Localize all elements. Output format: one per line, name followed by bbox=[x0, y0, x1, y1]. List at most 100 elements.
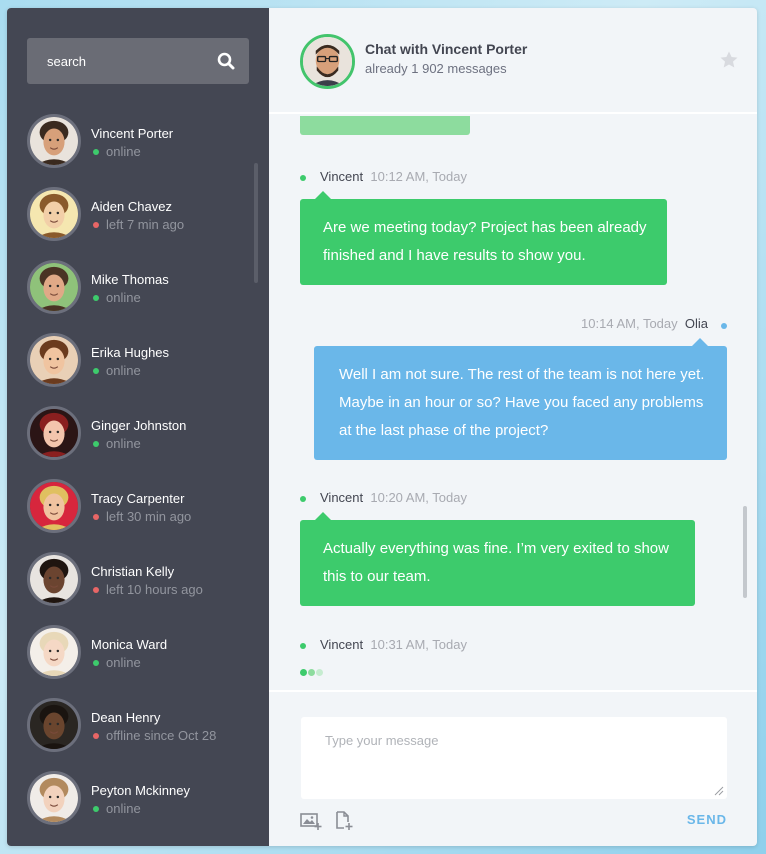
contact-status: online bbox=[91, 801, 141, 816]
avatar-image bbox=[30, 701, 78, 749]
contact-status: online bbox=[91, 436, 141, 451]
contact-name: Vincent Porter bbox=[91, 126, 174, 141]
chat-app: Vincent Porter online Aiden Chavez left 7 m… bbox=[7, 8, 757, 846]
search-input[interactable] bbox=[27, 38, 207, 84]
typing-dot bbox=[300, 669, 307, 676]
message-input[interactable] bbox=[301, 717, 727, 799]
contact-item[interactable]: Aiden Chavez left 7 min ago bbox=[27, 187, 247, 243]
online-dot bbox=[93, 660, 99, 667]
resize-handle-icon[interactable] bbox=[714, 786, 724, 796]
avatar bbox=[27, 479, 81, 533]
search-box[interactable] bbox=[27, 38, 249, 84]
message-author: Vincent bbox=[320, 637, 364, 652]
message-meta: 10:14 AM, Today Olia bbox=[581, 316, 708, 331]
contact-status-text: online bbox=[106, 801, 141, 816]
contact-status-text: online bbox=[106, 290, 141, 305]
contact-name: Aiden Chavez bbox=[91, 199, 172, 214]
avatar-image bbox=[30, 628, 78, 676]
send-button[interactable]: SEND bbox=[687, 812, 727, 827]
contact-status-text: online bbox=[106, 436, 141, 451]
contact-status: online bbox=[91, 144, 141, 159]
avatar-image bbox=[30, 263, 78, 311]
avatar bbox=[27, 333, 81, 387]
message-bubble bbox=[300, 116, 470, 135]
chat-panel: Chat with Vincent Porter already 1 902 m… bbox=[269, 8, 757, 846]
contact-item[interactable]: Peyton Mckinney online bbox=[27, 771, 247, 827]
contact-status: offline since Oct 28 bbox=[91, 728, 216, 743]
contact-name: Monica Ward bbox=[91, 637, 168, 652]
online-dot bbox=[300, 175, 306, 181]
contact-item[interactable]: Ginger Johnston online bbox=[27, 406, 247, 462]
contact-item[interactable]: Christian Kelly left 10 hours ago bbox=[27, 552, 247, 608]
offline-dot bbox=[93, 222, 99, 229]
avatar bbox=[27, 260, 81, 314]
message-meta: Vincent 10:31 AM, Today bbox=[320, 637, 467, 652]
contact-status-text: online bbox=[106, 144, 141, 159]
contact-status: left 10 hours ago bbox=[91, 582, 203, 597]
contact-status: left 30 min ago bbox=[91, 509, 191, 524]
avatar bbox=[27, 406, 81, 460]
online-dot bbox=[300, 496, 306, 502]
contact-item[interactable]: Erika Hughes online bbox=[27, 333, 247, 389]
online-dot bbox=[721, 323, 727, 329]
message-text: this to our team. bbox=[323, 568, 431, 585]
avatar-image bbox=[30, 482, 78, 530]
avatar-image bbox=[30, 117, 78, 165]
message-author: Vincent bbox=[320, 490, 364, 505]
contact-status: online bbox=[91, 655, 141, 670]
avatar bbox=[27, 771, 81, 825]
contact-status-text: offline since Oct 28 bbox=[106, 728, 217, 743]
contact-item[interactable]: Vincent Porter online bbox=[27, 114, 247, 170]
offline-dot bbox=[93, 733, 99, 740]
message-meta: Vincent 10:20 AM, Today bbox=[320, 490, 467, 505]
star-icon[interactable] bbox=[719, 50, 739, 70]
typing-dot bbox=[316, 669, 323, 676]
message-text: Maybe in an hour or so? Have you faced a… bbox=[339, 394, 704, 411]
contact-item[interactable]: Dean Henry offline since Oct 28 bbox=[27, 698, 247, 754]
avatar-image bbox=[303, 37, 352, 86]
contact-status-text: left 30 min ago bbox=[106, 509, 192, 524]
search-icon[interactable] bbox=[217, 52, 235, 70]
avatar-image bbox=[30, 336, 78, 384]
typing-dot bbox=[308, 669, 315, 676]
avatar-image bbox=[30, 555, 78, 603]
message-time: 10:31 AM, Today bbox=[370, 637, 467, 652]
offline-dot bbox=[93, 587, 99, 594]
message-history[interactable]: Vincent 10:12 AM, Today Are we meeting t… bbox=[269, 116, 757, 690]
page-title: Chat with Vincent Porter bbox=[365, 41, 528, 57]
contact-status-text: left 10 hours ago bbox=[106, 582, 203, 597]
message-bubble: Actually everything was fine. I’m very e… bbox=[300, 512, 695, 606]
contact-item[interactable]: Mike Thomas online bbox=[27, 260, 247, 316]
avatar-image bbox=[30, 409, 78, 457]
avatar-image bbox=[30, 774, 78, 822]
avatar[interactable] bbox=[300, 34, 355, 89]
contact-status: online bbox=[91, 290, 141, 305]
sidebar-scrollbar[interactable] bbox=[254, 163, 258, 283]
contact-name: Ginger Johnston bbox=[91, 418, 187, 433]
chat-header: Chat with Vincent Porter already 1 902 m… bbox=[269, 8, 757, 114]
typing-indicator bbox=[300, 663, 324, 676]
contacts-sidebar: Vincent Porter online Aiden Chavez left 7 m… bbox=[7, 8, 269, 846]
chat-scrollbar[interactable] bbox=[743, 506, 747, 598]
contact-status: left 7 min ago bbox=[91, 217, 184, 232]
message-author: Olia bbox=[684, 316, 708, 331]
message-time: 10:14 AM, Today bbox=[581, 316, 678, 331]
online-dot bbox=[93, 441, 99, 448]
message-text: Are we meeting today? Project has been a… bbox=[323, 219, 647, 236]
contact-name: Peyton Mckinney bbox=[91, 783, 190, 798]
contact-item[interactable]: Monica Ward online bbox=[27, 625, 247, 681]
contact-item[interactable]: Tracy Carpenter left 30 min ago bbox=[27, 479, 247, 535]
message-count: already 1 902 messages bbox=[365, 61, 507, 76]
contact-name: Mike Thomas bbox=[91, 272, 169, 287]
contact-name: Erika Hughes bbox=[91, 345, 170, 360]
message-bubble: Well I am not sure. The rest of the team… bbox=[314, 338, 727, 460]
image-add-icon[interactable] bbox=[300, 811, 322, 831]
online-dot bbox=[93, 149, 99, 156]
contact-status-text: left 7 min ago bbox=[106, 217, 185, 232]
message-composer: SEND bbox=[269, 690, 757, 846]
contact-name: Dean Henry bbox=[91, 710, 161, 725]
message-bubble: Are we meeting today? Project has been a… bbox=[300, 191, 667, 285]
contact-status: online bbox=[91, 363, 141, 378]
file-add-icon[interactable] bbox=[334, 811, 354, 831]
message-meta: Vincent 10:12 AM, Today bbox=[320, 169, 467, 184]
